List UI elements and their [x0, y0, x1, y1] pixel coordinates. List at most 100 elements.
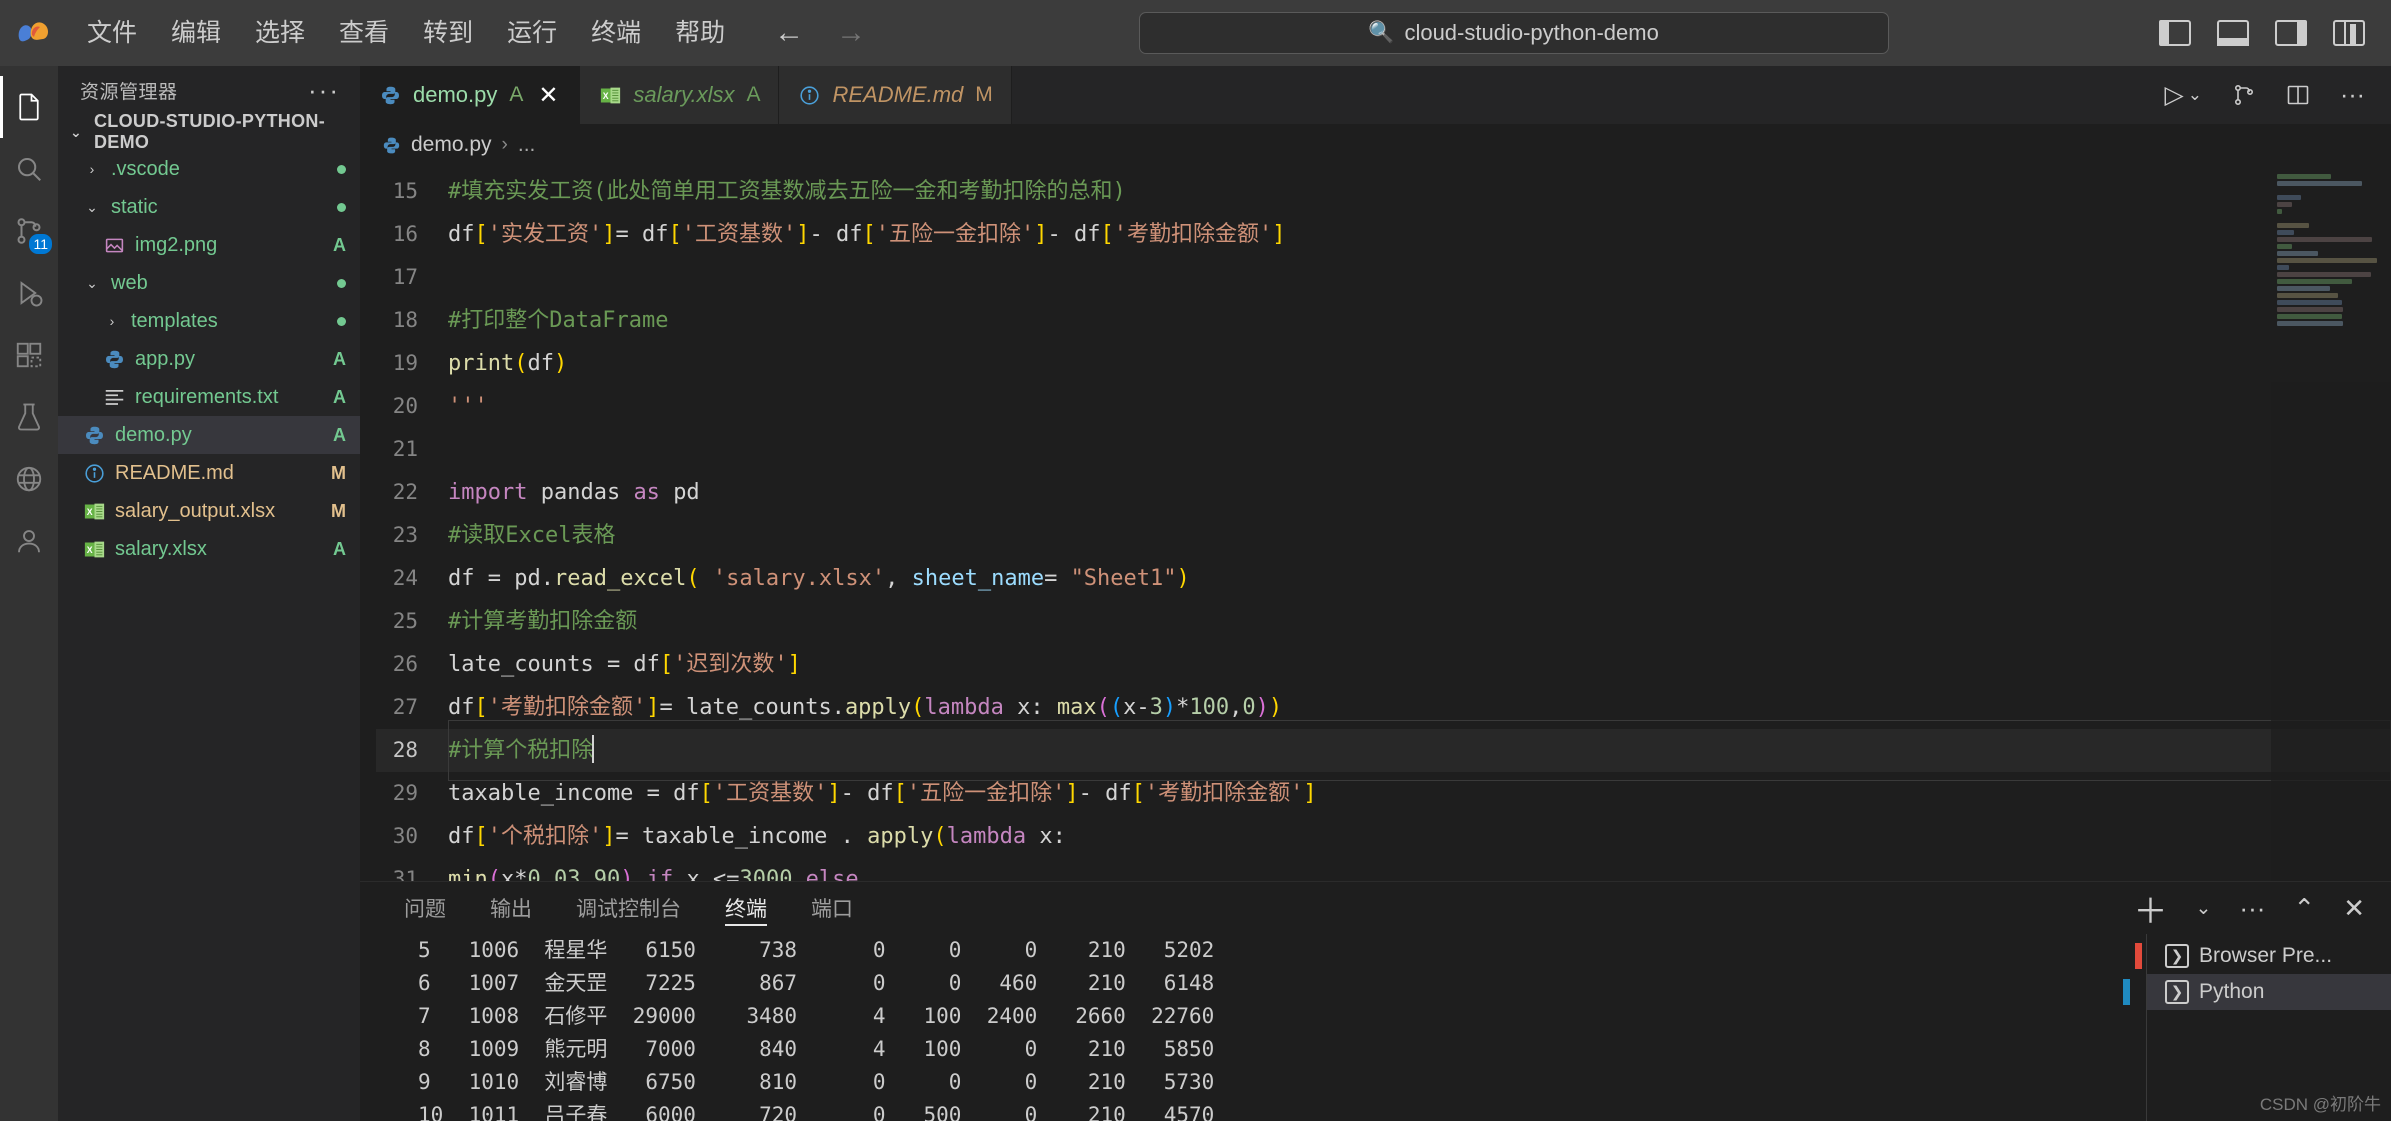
menu-item-select[interactable]: 选择 — [238, 14, 322, 52]
line-content[interactable]: #读取Excel表格 — [448, 514, 2391, 557]
code-line[interactable]: 25 #计算考勤扣除金额 — [376, 600, 2391, 643]
breadcrumb-rest[interactable]: ... — [518, 133, 536, 157]
tree-item-web[interactable]: ⌄ web — [58, 264, 360, 302]
tree-item-img2-png[interactable]: img2.png A — [58, 226, 360, 264]
code-editor[interactable]: 15 #填充实发工资(此处简单用工资基数减去五险一金和考勤扣除的总和) 16 df['… — [360, 166, 2391, 881]
vscode-window: 文件 编辑 选择 查看 转到 运行 终端 帮助 ← → 🔍 cloud-stud… — [0, 0, 2391, 1121]
activity-run-and-debug[interactable] — [0, 262, 58, 324]
activity-explorer[interactable] — [0, 76, 58, 138]
line-content[interactable]: df['考勤扣除金额']= late_counts.apply(lambda x… — [448, 686, 2391, 729]
tab-readme-md[interactable]: README.md M — [779, 66, 1012, 124]
line-content[interactable]: df['个税扣除']= taxable_income . apply(lambd… — [448, 815, 2391, 858]
back-arrow-icon[interactable]: ← — [772, 16, 806, 50]
tree-item-static[interactable]: ⌄ static — [58, 188, 360, 226]
code-line[interactable]: 31 min(x*0.03,90) if x <=3000 else — [376, 858, 2391, 881]
line-content[interactable]: min(x*0.03,90) if x <=3000 else — [448, 858, 2391, 881]
code-line[interactable]: 26 late_counts = df['迟到次数'] — [376, 643, 2391, 686]
search-input[interactable]: 🔍 cloud-studio-python-demo — [1138, 12, 1889, 54]
menu-item-terminal[interactable]: 终端 — [574, 14, 658, 52]
terminal-item-python[interactable]: ❯ Python — [2123, 974, 2391, 1010]
activity-testing[interactable] — [0, 386, 58, 448]
git-status: A — [333, 386, 346, 407]
menu-item-edit[interactable]: 编辑 — [154, 14, 238, 52]
run-and-debug-icon[interactable] — [2232, 83, 2256, 107]
menu-item-file[interactable]: 文件 — [70, 14, 154, 52]
tree-item-salary-xlsx[interactable]: X salary.xlsx A — [58, 530, 360, 568]
line-content[interactable]: #计算考勤扣除金额 — [448, 600, 2391, 643]
line-content[interactable]: df['实发工资']= df['工资基数']- df['五险一金扣除']- df… — [448, 213, 2391, 256]
line-content[interactable]: taxable_income = df['工资基数']- df['五险一金扣除'… — [448, 772, 2391, 815]
toggle-primary-sidebar-button[interactable] — [2159, 20, 2191, 46]
new-terminal-button[interactable]: ＋ — [2134, 884, 2168, 933]
more-actions-icon[interactable]: ··· — [2239, 893, 2265, 924]
panel-tab-debug-console[interactable]: 调试控制台 — [554, 882, 703, 934]
split-editor-icon[interactable] — [2286, 83, 2310, 107]
line-content[interactable]: late_counts = df['迟到次数'] — [448, 643, 2391, 686]
tree-item-vscode[interactable]: › .vscode — [58, 150, 360, 188]
tree-item-label: demo.py — [115, 423, 192, 446]
line-content[interactable]: import pandas as pd — [448, 471, 2391, 514]
panel-tab-terminal[interactable]: 终端 — [703, 882, 789, 934]
code-line[interactable]: 17 — [376, 256, 2391, 299]
editor-decoration-gutter — [360, 166, 376, 881]
tree-item-salary-output-xlsx[interactable]: X salary_output.xlsx M — [58, 492, 360, 530]
line-content[interactable]: #打印整个DataFrame — [448, 299, 2391, 342]
more-actions-icon[interactable]: ··· — [2340, 81, 2365, 110]
image-icon — [102, 235, 126, 256]
panel-tab-output[interactable]: 输出 — [468, 882, 554, 934]
line-content[interactable]: #填充实发工资(此处简单用工资基数减去五险一金和考勤扣除的总和) — [448, 170, 2391, 213]
menu-item-help[interactable]: 帮助 — [658, 14, 742, 52]
toggle-panel-button[interactable] — [2217, 20, 2249, 46]
code-line[interactable]: 15 #填充实发工资(此处简单用工资基数减去五险一金和考勤扣除的总和) — [376, 170, 2391, 213]
forward-arrow-icon[interactable]: → — [834, 16, 868, 50]
breadcrumb-file[interactable]: demo.py — [411, 133, 492, 157]
line-content[interactable]: #计算个税扣除 — [448, 720, 2391, 781]
code-line[interactable]: 22 import pandas as pd — [376, 471, 2391, 514]
menu-item-run[interactable]: 运行 — [490, 14, 574, 52]
workspace-root-row[interactable]: ⌄ CLOUD-STUDIO-PYTHON-DEMO — [58, 111, 360, 152]
code-line[interactable]: 20 ''' — [376, 385, 2391, 428]
code-line[interactable]: 24 df = pd.read_excel( 'salary.xlsx', she… — [376, 557, 2391, 600]
activity-source-control[interactable]: 11 — [0, 200, 58, 262]
tab-salary-xlsx[interactable]: X salary.xlsx A — [580, 66, 780, 124]
tree-item-demo-py[interactable]: demo.py A — [58, 416, 360, 454]
maximize-panel-icon[interactable]: ⌃ — [2293, 893, 2315, 924]
code-lines[interactable]: 15 #填充实发工资(此处简单用工资基数减去五险一金和考勤扣除的总和) 16 df['… — [376, 166, 2391, 881]
close-panel-icon[interactable]: ✕ — [2343, 893, 2365, 924]
menu-item-goto[interactable]: 转到 — [406, 14, 490, 52]
line-content[interactable]: ''' — [448, 385, 2391, 428]
line-content[interactable]: print(df) — [448, 342, 2391, 385]
chevron-down-icon[interactable]: ⌄ — [2196, 897, 2212, 920]
activity-extensions[interactable] — [0, 324, 58, 386]
terminal-output[interactable]: 5 1006 程星华 6150 738 0 0 0 210 5202 6 1007… — [360, 934, 2146, 1121]
tab-demo-py[interactable]: demo.py A ✕ — [360, 66, 581, 124]
code-line[interactable]: 29 taxable_income = df['工资基数']- df['五险一金扣… — [376, 772, 2391, 815]
run-python-file-button[interactable]: ▷ ⌄ — [2165, 80, 2202, 110]
activity-remote[interactable] — [0, 448, 58, 510]
panel-tab-problems[interactable]: 问题 — [382, 882, 468, 934]
code-line[interactable]: 30 df['个税扣除']= taxable_income . apply(lam… — [376, 815, 2391, 858]
activity-search[interactable] — [0, 138, 58, 200]
code-line[interactable]: 27 df['考勤扣除金额']= late_counts.apply(lambda… — [376, 686, 2391, 729]
code-line[interactable]: 16 df['实发工资']= df['工资基数']- df['五险一金扣除']- … — [376, 213, 2391, 256]
code-line[interactable]: 19 print(df) — [376, 342, 2391, 385]
activity-accounts[interactable] — [0, 510, 58, 572]
close-icon[interactable]: ✕ — [535, 81, 561, 110]
code-line[interactable]: 23 #读取Excel表格 — [376, 514, 2391, 557]
code-line[interactable]: 21 — [376, 428, 2391, 471]
code-line[interactable]: 18 #打印整个DataFrame — [376, 299, 2391, 342]
terminal-item-browser-preview[interactable]: ❯ Browser Pre... — [2135, 938, 2391, 974]
panel-tab-ports[interactable]: 端口 — [789, 882, 875, 934]
tree-item-readme-md[interactable]: README.md M — [58, 454, 360, 492]
tree-item-templates[interactable]: › templates — [58, 302, 360, 340]
minimap[interactable] — [2271, 166, 2391, 881]
code-line[interactable]: 28 #计算个税扣除 — [376, 720, 2391, 781]
sidebar-more-icon[interactable]: ··· — [308, 77, 340, 103]
menu-item-view[interactable]: 查看 — [322, 14, 406, 52]
tree-item-requirements-txt[interactable]: requirements.txt A — [58, 378, 360, 416]
line-content[interactable]: df = pd.read_excel( 'salary.xlsx', sheet… — [448, 557, 2391, 600]
chevron-right-icon: › — [89, 161, 95, 177]
tree-item-app-py[interactable]: app.py A — [58, 340, 360, 378]
customize-layout-button[interactable] — [2333, 20, 2365, 46]
toggle-secondary-sidebar-button[interactable] — [2275, 20, 2307, 46]
